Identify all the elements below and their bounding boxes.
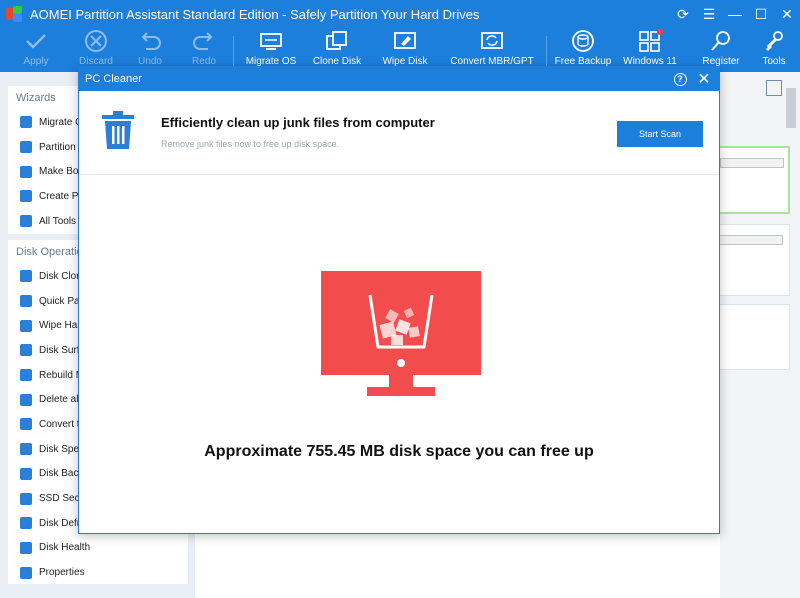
toolbar-divider [546, 36, 547, 66]
backup-icon [20, 467, 32, 480]
dialog-subheading: Remove junk files now to free up disk sp… [161, 139, 340, 149]
disk-card[interactable] [718, 304, 790, 370]
migrate-icon [20, 116, 32, 129]
windows-icon [637, 28, 663, 54]
dialog-title: PC Cleaner [85, 73, 142, 85]
junk-bin-icon [368, 294, 434, 367]
refresh-icon[interactable]: ⟳ [670, 0, 696, 28]
free-space-result: Approximate 755.45 MB disk space you can… [204, 443, 594, 460]
convert-icon [20, 418, 32, 431]
app-logo-icon [6, 6, 22, 22]
dialog-title-bar: PC Cleaner ? ✕ [79, 67, 719, 91]
disk-card[interactable] [718, 224, 790, 296]
migrate-os-icon [258, 28, 284, 54]
trash-icon [102, 111, 134, 149]
speed-icon [20, 443, 32, 456]
key-icon [708, 28, 734, 54]
wipe-disk-icon [392, 28, 418, 54]
rebuild-icon [20, 369, 32, 382]
tools-button[interactable]: Tools [760, 28, 788, 72]
checkmark-icon [25, 28, 47, 54]
maximize-button[interactable]: ☐ [748, 0, 774, 28]
sidebar-item-disk-health[interactable]: Disk Health [8, 536, 188, 561]
title-bar: AOMEI Partition Assistant Standard Editi… [0, 0, 800, 28]
recovery-icon [20, 141, 32, 154]
backup-icon [570, 28, 596, 54]
wipe-icon [20, 319, 32, 332]
toolbar-divider [233, 36, 234, 66]
help-icon: ? [673, 72, 687, 86]
redo-icon [192, 28, 216, 54]
close-window-button[interactable]: ✕ [774, 0, 800, 28]
scrollbar[interactable] [786, 88, 796, 128]
wrench-icon [762, 28, 786, 54]
pc-cleaner-dialog: PC Cleaner ? ✕ Efficiently clean up junk… [78, 66, 720, 534]
delete-icon [20, 393, 32, 406]
help-button[interactable]: ? [669, 67, 691, 91]
apply-button[interactable]: Apply [20, 28, 52, 72]
defrag-icon [20, 517, 32, 530]
info-icon [20, 566, 32, 579]
disk-card[interactable] [718, 146, 790, 214]
portable-icon [20, 190, 32, 203]
clone-disk-icon [324, 28, 350, 54]
discard-icon [84, 28, 108, 54]
monitor-stand [389, 375, 413, 387]
window-title: AOMEI Partition Assistant Standard Editi… [30, 6, 480, 22]
surface-test-icon [20, 344, 32, 357]
convert-icon [479, 28, 505, 54]
dialog-close-button[interactable]: ✕ [693, 67, 715, 91]
dialog-heading: Efficiently clean up junk files from com… [161, 115, 435, 130]
more-icon [20, 215, 32, 228]
sidebar-item-properties[interactable]: Properties [8, 560, 188, 585]
health-icon [20, 541, 32, 554]
start-scan-button[interactable]: Start Scan [617, 121, 703, 147]
erase-icon [20, 492, 32, 505]
boot-media-icon [20, 165, 32, 178]
dialog-header: Efficiently clean up junk files from com… [79, 91, 719, 175]
clone-icon [20, 270, 32, 283]
undo-icon [138, 28, 162, 54]
monitor-illustration [321, 271, 481, 375]
close-icon: ✕ [697, 71, 711, 88]
monitor-base [367, 387, 435, 396]
view-toggle-icon[interactable] [766, 80, 782, 96]
menu-icon[interactable]: ☰ [696, 0, 722, 28]
quick-partition-icon [20, 295, 32, 308]
minimize-button[interactable]: — [722, 0, 748, 28]
